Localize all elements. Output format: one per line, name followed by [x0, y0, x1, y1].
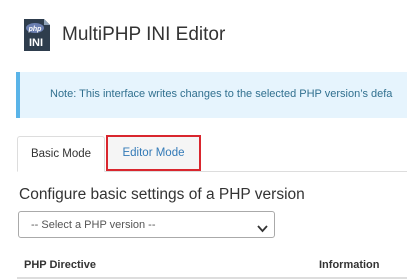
- section-title: Configure basic settings of a PHP versio…: [19, 186, 305, 203]
- column-header-php-directive: PHP Directive: [24, 259, 96, 271]
- tab-editor-mode[interactable]: Editor Mode: [106, 135, 201, 171]
- logo-text-ini: INI: [29, 37, 43, 49]
- php-version-select[interactable]: -- Select a PHP version --: [18, 211, 275, 238]
- notice-text: Note: This interface writes changes to t…: [50, 88, 393, 100]
- select-value: -- Select a PHP version --: [31, 219, 156, 231]
- logo-text-php: php: [28, 26, 43, 33]
- table-header: PHP Directive Information: [17, 252, 407, 279]
- page-title: MultiPHP INI Editor: [62, 24, 226, 45]
- info-notice: Note: This interface writes changes to t…: [16, 72, 407, 118]
- tab-basic-mode[interactable]: Basic Mode: [17, 136, 105, 172]
- column-header-information: Information: [319, 259, 380, 271]
- mode-tabs: Basic Mode Editor Mode: [17, 135, 407, 172]
- chevron-down-icon: [257, 220, 268, 233]
- page-header: php INI MultiPHP INI Editor: [20, 17, 225, 53]
- php-ini-icon: php INI: [20, 17, 52, 53]
